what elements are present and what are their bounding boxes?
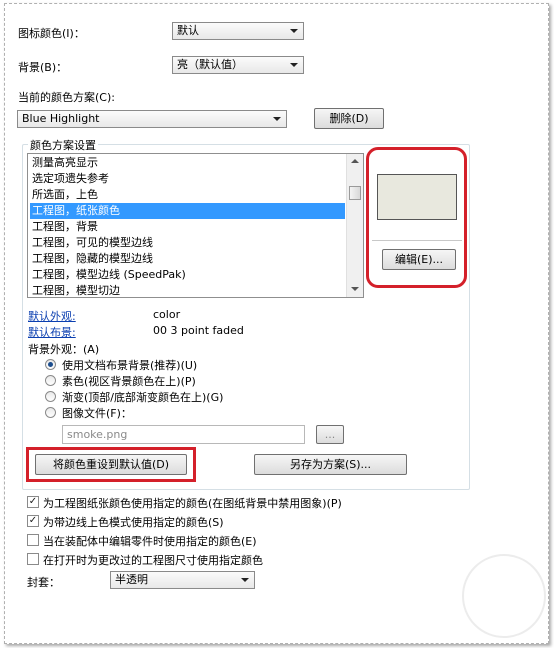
chevron-down-icon	[287, 57, 301, 73]
checkbox-shaded-edges-color-label[interactable]: 为带边线上色模式使用指定的颜色(S)	[43, 514, 224, 530]
list-item[interactable]: 选定项遗失参考	[30, 171, 345, 187]
radio-gradient[interactable]	[45, 391, 56, 402]
list-scrollbar[interactable]	[346, 154, 363, 297]
color-item-list[interactable]: 测量高亮显示 选定项遗失参考 所选面，上色 工程图，纸张颜色 工程图，背景 工程…	[27, 153, 364, 298]
bg-appearance-label: 背景外观：(A)	[28, 343, 100, 356]
checkbox-assembly-edit-color[interactable]	[27, 534, 39, 546]
chevron-down-icon	[287, 23, 301, 39]
radio-plain-color[interactable]	[45, 375, 56, 386]
scroll-down-icon[interactable]	[348, 282, 362, 296]
delete-scheme-button[interactable]: 删除(D)	[314, 108, 384, 129]
list-item[interactable]: 工程图，模型边线 (SpeedPak)	[30, 267, 345, 283]
checkbox-drawing-paper-color[interactable]: ✓	[27, 496, 39, 508]
scheme-value: Blue Highlight	[22, 112, 100, 125]
icon-color-select[interactable]: 默认	[172, 22, 304, 40]
watermark-logo	[462, 554, 546, 638]
list-item[interactable]: 工程图，可见的模型边线	[30, 235, 345, 251]
default-layout-value: 00 3 point faded	[153, 324, 244, 337]
scroll-thumb[interactable]	[349, 186, 361, 200]
highlight-box-swatch	[366, 147, 467, 288]
list-item[interactable]: 工程图，隐藏的模型边线	[30, 251, 345, 267]
browse-button[interactable]: ...	[316, 425, 344, 444]
radio-image-file[interactable]	[45, 407, 56, 418]
default-appearance-link[interactable]: 默认外观:	[28, 308, 76, 324]
scroll-up-icon[interactable]	[348, 155, 362, 169]
background-select[interactable]: 亮（默认值）	[172, 56, 304, 74]
checkbox-changed-dimension-color[interactable]	[27, 553, 39, 565]
image-file-input[interactable]: smoke.png	[62, 425, 305, 444]
envelope-label: 封套：	[27, 576, 60, 589]
background-value: 亮（默认值）	[177, 58, 243, 71]
icon-color-label: 图标颜色(I)：	[18, 27, 85, 40]
checkbox-changed-dimension-color-label[interactable]: 在打开时为更改过的工程图尺寸使用指定颜色	[43, 552, 263, 568]
radio-plain-color-label[interactable]: 素色(视区背景颜色在上)(P)	[62, 373, 196, 389]
checkbox-drawing-paper-color-label[interactable]: 为工程图纸张颜色使用指定的颜色(在图纸背景中禁用图象)(P)	[43, 495, 342, 511]
checkbox-shaded-edges-color[interactable]: ✓	[27, 515, 39, 527]
checkbox-assembly-edit-color-label[interactable]: 当在装配体中编辑零件时使用指定的颜色(E)	[43, 533, 257, 549]
scheme-label: 当前的颜色方案(C):	[18, 91, 115, 104]
default-appearance-value: color	[153, 308, 181, 321]
chevron-down-icon	[238, 572, 252, 588]
radio-image-file-label[interactable]: 图像文件(F)：	[62, 405, 132, 421]
list-item[interactable]: 所选面，上色	[30, 187, 345, 203]
radio-use-scene-bg-label[interactable]: 使用文档布景背景(推荐)(U)	[62, 357, 197, 373]
save-as-scheme-button[interactable]: 另存为方案(S)...	[254, 454, 407, 475]
envelope-select[interactable]: 半透明	[110, 571, 255, 589]
list-item[interactable]: 工程图，模型切边	[30, 283, 345, 297]
icon-color-value: 默认	[177, 24, 199, 37]
scheme-select[interactable]: Blue Highlight	[17, 110, 287, 128]
list-item[interactable]: 测量高亮显示	[30, 155, 345, 171]
list-item-selected[interactable]: 工程图，纸张颜色	[30, 203, 345, 219]
list-item[interactable]: 工程图，背景	[30, 219, 345, 235]
default-layout-link[interactable]: 默认布景:	[28, 324, 76, 340]
scheme-settings-title: 颜色方案设置	[28, 137, 98, 153]
background-label: 背景(B)：	[18, 61, 68, 74]
envelope-value: 半透明	[115, 573, 148, 586]
radio-use-scene-bg[interactable]	[45, 359, 56, 370]
radio-gradient-label[interactable]: 渐变(顶部/底部渐变颜色在上)(G)	[62, 389, 223, 405]
chevron-down-icon	[270, 111, 284, 127]
highlight-box-reset	[26, 447, 196, 482]
